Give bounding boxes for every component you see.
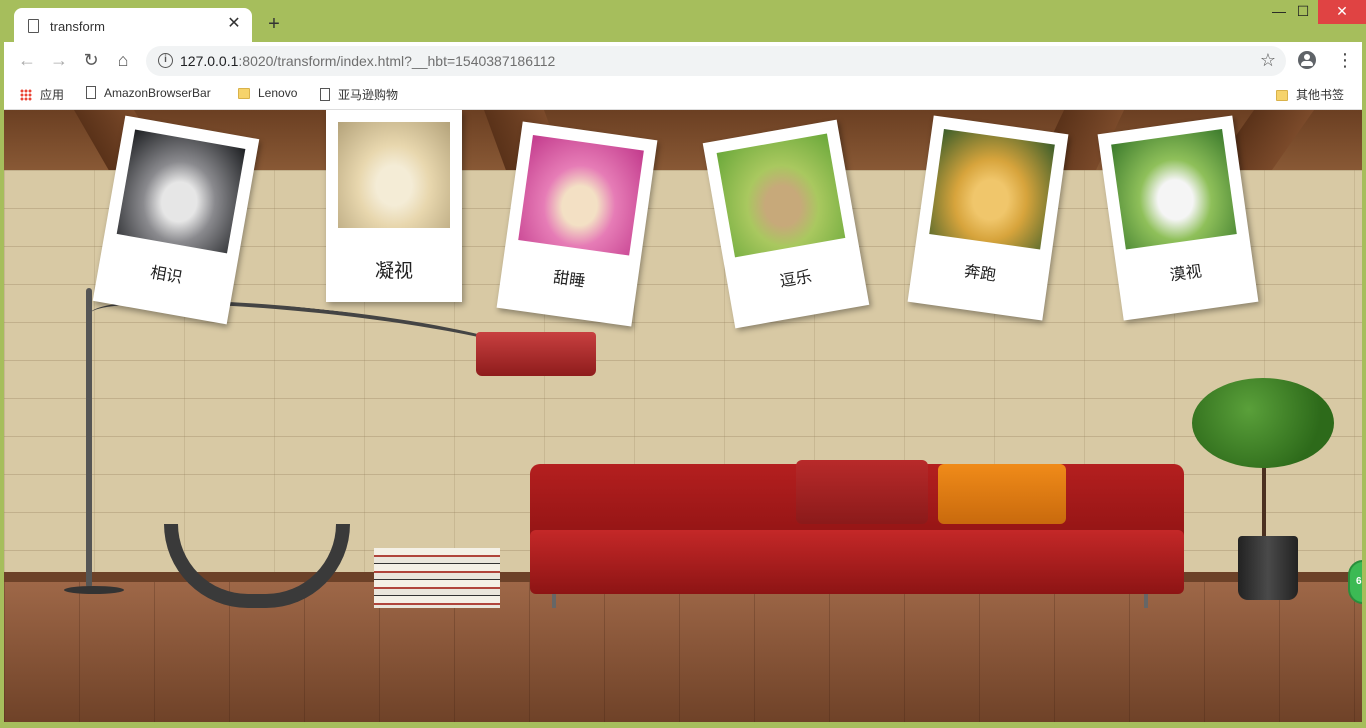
bookmark-amazon-shopping[interactable]: 亚马逊购物 bbox=[320, 86, 398, 103]
plant-stem bbox=[1262, 460, 1266, 540]
dog-photo bbox=[929, 129, 1055, 250]
tab-strip: transform ✕ + — ☐ ✕ bbox=[0, 0, 1366, 42]
menu-kebab-icon[interactable]: ⋮ bbox=[1336, 50, 1354, 70]
plant-pot bbox=[1238, 536, 1298, 600]
sofa-seat bbox=[530, 530, 1184, 594]
card-caption: 甜睡 bbox=[552, 267, 587, 291]
address-bar[interactable]: i 127.0.0.1:8020/transform/index.html?__… bbox=[146, 46, 1286, 76]
maximize-button[interactable]: ☐ bbox=[1288, 0, 1318, 24]
photo-card[interactable]: 凝视 bbox=[326, 110, 462, 302]
reload-icon[interactable]: ↻ bbox=[80, 50, 102, 72]
card-caption: 逗乐 bbox=[778, 266, 814, 291]
red-cushion bbox=[796, 460, 928, 524]
card-caption: 漠视 bbox=[1168, 261, 1203, 285]
bookmark-amazonbrowserbar[interactable]: AmazonBrowserBar bbox=[86, 86, 211, 100]
bookmark-apps[interactable]: 应用 bbox=[20, 86, 64, 103]
back-arrow-icon[interactable]: ← bbox=[16, 50, 38, 72]
dog-photo bbox=[116, 129, 246, 254]
forward-arrow-icon[interactable]: → bbox=[48, 50, 70, 72]
orange-cushion bbox=[938, 464, 1066, 524]
lamp-base bbox=[64, 586, 124, 594]
dog-photo bbox=[518, 135, 644, 256]
page-content: 相识 凝视 甜睡 逗乐 奔跑 漠视 65 bbox=[4, 110, 1362, 722]
sofa-leg bbox=[552, 594, 556, 608]
bookmark-label: AmazonBrowserBar bbox=[104, 86, 211, 100]
dog-photo bbox=[338, 122, 450, 228]
close-icon[interactable]: ✕ bbox=[226, 16, 242, 32]
dog-photo bbox=[1111, 129, 1237, 250]
account-icon[interactable] bbox=[1298, 51, 1316, 69]
wood-floor bbox=[4, 580, 1362, 722]
bookmark-label: 应用 bbox=[40, 88, 65, 102]
page-icon bbox=[28, 19, 39, 33]
tab-transform[interactable]: transform ✕ bbox=[14, 8, 252, 42]
page-icon bbox=[320, 88, 330, 101]
folder-icon bbox=[1276, 90, 1288, 101]
lamp-shade bbox=[476, 332, 596, 376]
window-close-button[interactable]: ✕ bbox=[1318, 0, 1366, 24]
plant-foliage bbox=[1192, 378, 1334, 468]
photo-card[interactable]: 甜睡 bbox=[496, 121, 658, 327]
info-icon[interactable]: i bbox=[158, 53, 173, 68]
book-stack bbox=[374, 548, 500, 608]
browser-window: transform ✕ + — ☐ ✕ ← → ↻ ⌂ i 127.0.0.1:… bbox=[0, 0, 1366, 728]
home-icon[interactable]: ⌂ bbox=[112, 50, 134, 72]
bookmark-label: 亚马逊购物 bbox=[338, 88, 399, 102]
dog-photo bbox=[716, 133, 846, 258]
floating-badge[interactable]: 65 bbox=[1348, 560, 1362, 604]
lamp-pole bbox=[86, 288, 92, 588]
bookmark-star-icon[interactable]: ☆ bbox=[1260, 50, 1276, 71]
sofa-leg bbox=[1144, 594, 1148, 608]
card-caption: 相识 bbox=[148, 262, 184, 287]
card-caption: 凝视 bbox=[374, 260, 413, 282]
photo-card[interactable]: 漠视 bbox=[1097, 115, 1259, 321]
page-icon bbox=[86, 86, 96, 99]
bookmark-other[interactable]: 其他书签 bbox=[1276, 86, 1344, 103]
apps-grid-icon bbox=[20, 89, 32, 101]
url-path: :8020/transform/index.html?__hbt=1540387… bbox=[238, 53, 556, 69]
folder-icon bbox=[238, 88, 250, 99]
url-text[interactable]: 127.0.0.1:8020/transform/index.html?__hb… bbox=[180, 53, 555, 69]
tab-title: transform bbox=[50, 19, 105, 34]
new-tab-button[interactable]: + bbox=[264, 14, 284, 34]
bookmark-label: 其他书签 bbox=[1296, 88, 1345, 102]
bookmark-lenovo[interactable]: Lenovo bbox=[238, 86, 297, 100]
photo-card[interactable]: 奔跑 bbox=[907, 115, 1069, 321]
bookmarks-bar: 应用 AmazonBrowserBar Lenovo 亚马逊购物 其他书签 bbox=[4, 78, 1362, 110]
browser-toolbar: ← → ↻ ⌂ i 127.0.0.1:8020/transform/index… bbox=[4, 42, 1362, 78]
card-caption: 奔跑 bbox=[963, 261, 998, 285]
url-host: 127.0.0.1 bbox=[180, 53, 239, 69]
bookmark-label: Lenovo bbox=[258, 86, 298, 100]
